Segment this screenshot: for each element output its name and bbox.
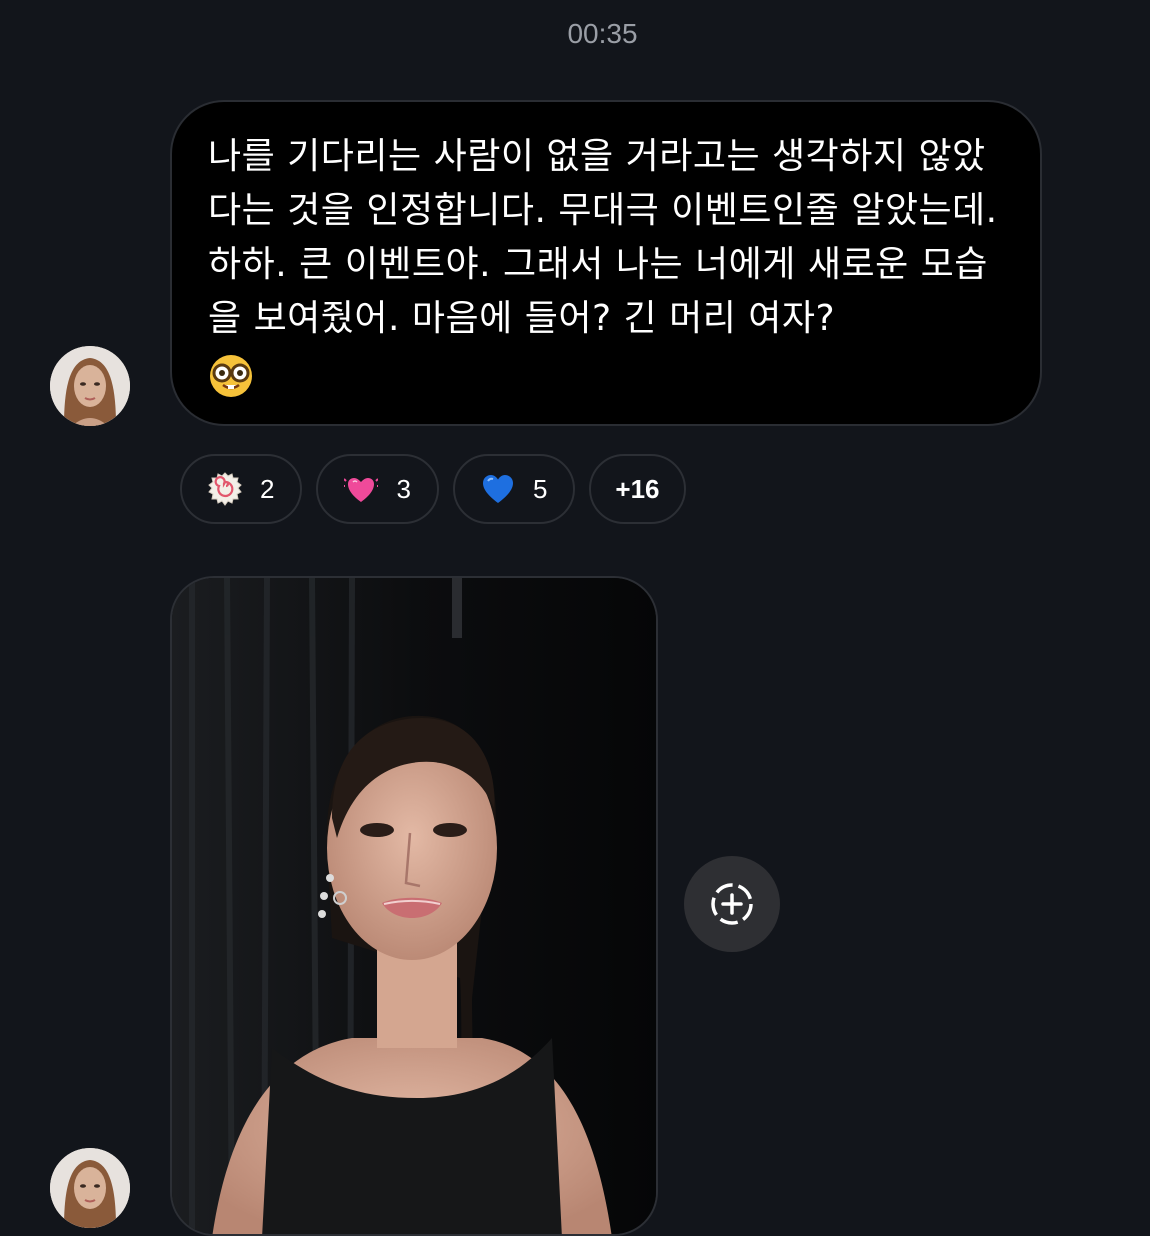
beating-heart-icon — [343, 472, 380, 506]
more-reactions-button[interactable]: +16 — [589, 454, 686, 524]
message-text: 나를 기다리는 사람이 없을 거라고는 생각하지 않았다는 것을 인정합니다. … — [208, 136, 998, 339]
reaction-count: 2 — [260, 473, 275, 504]
message-bubble[interactable]: 나를 기다리는 사람이 없을 거라고는 생각하지 않았다는 것을 인정합니다. … — [170, 100, 1042, 426]
sender-avatar[interactable] — [50, 1148, 130, 1228]
nerd-face-icon — [208, 353, 254, 399]
reaction-fish-cake[interactable]: 2 — [180, 454, 303, 524]
reactions-bar: 2 3 5 +16 — [180, 454, 686, 524]
blue-heart-icon — [481, 472, 515, 506]
reaction-blue-heart[interactable]: 5 — [452, 454, 576, 524]
shared-photo[interactable] — [170, 576, 658, 1236]
add-circle-icon — [711, 883, 753, 925]
timestamp: 00:35 — [567, 18, 638, 49]
sender-avatar[interactable] — [50, 346, 130, 426]
reaction-beating-heart[interactable]: 3 — [316, 454, 439, 524]
save-photo-button[interactable] — [684, 856, 780, 952]
fish-cake-icon — [208, 472, 242, 506]
reaction-count: 3 — [396, 473, 411, 504]
reaction-count: 5 — [532, 473, 548, 504]
